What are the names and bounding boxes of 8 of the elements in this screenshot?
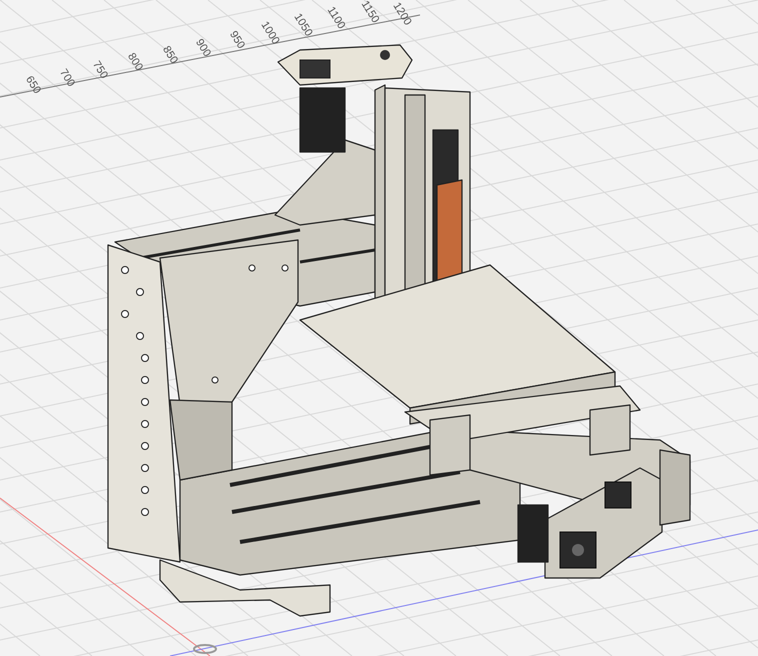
ruler-label: 700: [57, 67, 77, 89]
ruler-label: 800: [125, 51, 145, 73]
ruler-label: 950: [227, 29, 247, 51]
ruler-label: 750: [90, 59, 110, 81]
ruler-label: 850: [160, 44, 180, 66]
origin-marker: [193, 644, 217, 654]
ruler-label: 900: [193, 37, 213, 59]
ruler-label: 650: [23, 74, 43, 96]
